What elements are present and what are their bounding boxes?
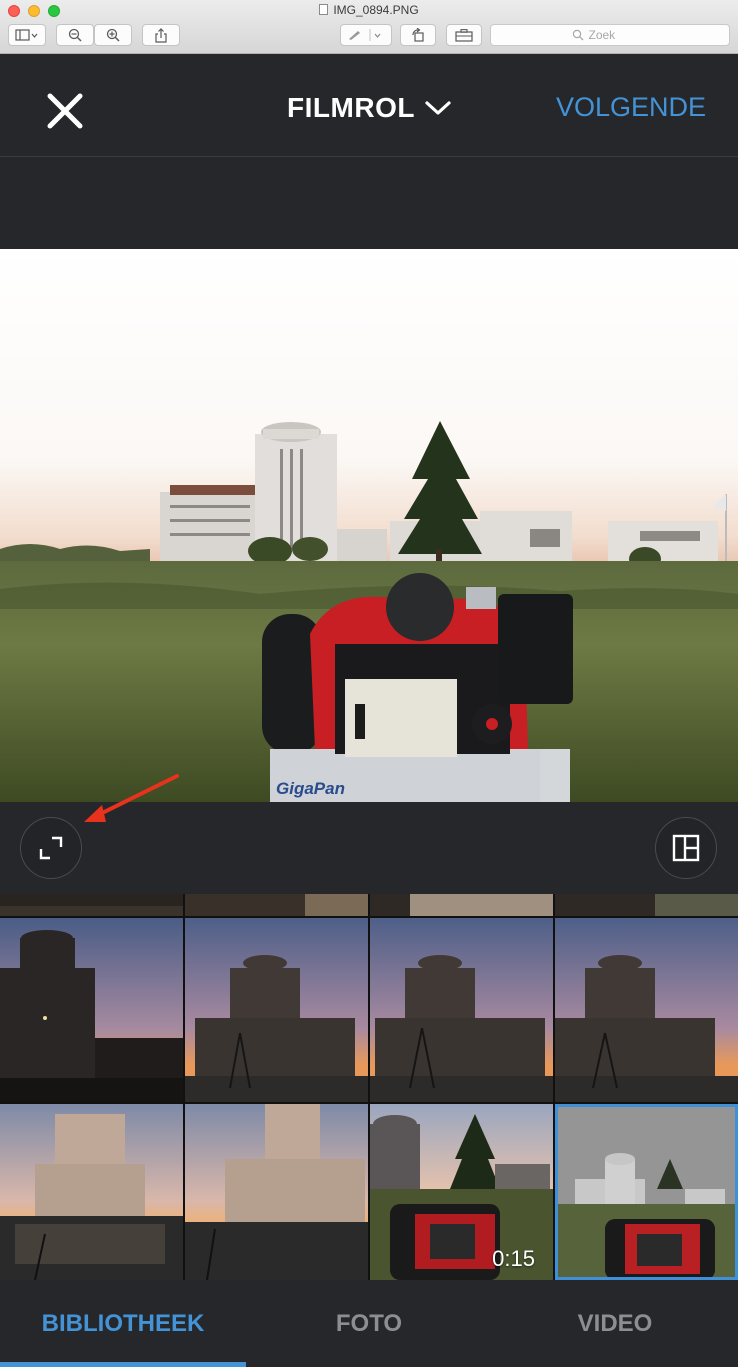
zoom-in-button[interactable]	[94, 24, 132, 46]
search-icon	[572, 29, 583, 41]
grid-thumbnail[interactable]	[370, 918, 553, 1102]
expand-crop-button[interactable]	[20, 817, 82, 879]
grid-thumbnail[interactable]	[0, 894, 183, 916]
expand-icon	[39, 836, 62, 859]
grid-thumbnail[interactable]	[0, 1104, 183, 1280]
window-title-area: IMG_0894.PNG	[0, 3, 738, 17]
photo-preview[interactable]: GigaPan	[0, 249, 738, 802]
search-field[interactable]	[490, 24, 730, 46]
file-icon	[319, 4, 329, 15]
markup-button[interactable]	[340, 24, 392, 46]
grid-thumbnail[interactable]	[555, 894, 738, 916]
layout-icon	[672, 834, 699, 861]
tab-video[interactable]: VIDEO	[492, 1280, 738, 1367]
tab-bibliotheek[interactable]: BIBLIOTHEEK	[0, 1280, 246, 1367]
toolbox-button[interactable]	[446, 24, 482, 46]
window-titlebar: IMG_0894.PNG	[0, 0, 738, 54]
video-duration: 0:15	[492, 1246, 535, 1271]
zoom-in-icon	[106, 28, 120, 42]
tab-foto[interactable]: FOTO	[246, 1280, 492, 1367]
photo-grid: 0:15	[0, 894, 738, 1280]
search-input[interactable]	[588, 28, 649, 42]
annotation-arrow-icon	[84, 774, 179, 822]
share-button[interactable]	[142, 24, 180, 46]
grid-thumbnail[interactable]	[555, 918, 738, 1102]
toolbox-icon	[455, 28, 473, 42]
grid-thumbnail[interactable]: 0:15	[370, 1104, 553, 1280]
sidebar-toggle-button[interactable]	[8, 24, 46, 46]
preview-photo: GigaPan	[0, 249, 738, 802]
zoom-out-icon	[68, 28, 82, 42]
share-icon	[155, 27, 167, 43]
preview-controls	[0, 774, 738, 894]
rotate-button[interactable]	[400, 24, 436, 46]
grid-thumbnail[interactable]	[370, 894, 553, 916]
zoom-out-button[interactable]	[56, 24, 94, 46]
sidebar-icon	[15, 29, 38, 41]
chevron-down-icon	[425, 101, 451, 115]
pen-icon	[349, 29, 381, 41]
grid-thumbnail[interactable]	[185, 918, 368, 1102]
grid-thumbnail[interactable]	[185, 1104, 368, 1280]
rotate-icon	[412, 28, 424, 42]
grid-thumbnail-selected[interactable]	[555, 1104, 738, 1280]
album-title: FILMROL	[287, 92, 415, 123]
grid-thumbnail[interactable]	[0, 918, 183, 1102]
album-dropdown[interactable]: FILMROL	[287, 92, 451, 124]
layout-button[interactable]	[655, 817, 717, 879]
header-spacer	[0, 158, 738, 249]
next-button[interactable]: VOLGENDE	[556, 92, 706, 123]
app-header: FILMROL VOLGENDE	[0, 54, 738, 157]
bottom-tab-bar: BIBLIOTHEEK FOTO VIDEO	[0, 1280, 738, 1367]
grid-thumbnail[interactable]	[185, 894, 368, 916]
gigapan-logo-text: GigaPan	[276, 779, 345, 798]
window-title: IMG_0894.PNG	[333, 3, 419, 17]
